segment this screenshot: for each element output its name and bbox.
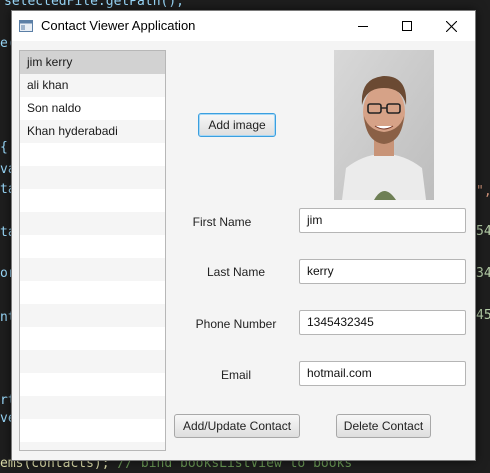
empty-list-row xyxy=(20,212,165,235)
code-line: 45 xyxy=(476,308,490,323)
list-item[interactable]: Khan hyderabadi xyxy=(20,120,165,143)
maximize-icon xyxy=(402,21,412,31)
window-title: Contact Viewer Application xyxy=(41,18,196,33)
list-item[interactable]: jim kerry xyxy=(20,51,165,74)
minimize-button[interactable] xyxy=(341,11,385,41)
first-name-label: First Name xyxy=(192,215,252,229)
code-line: ", xyxy=(476,184,490,199)
contact-viewer-window: Contact Viewer Application jim kerry ali… xyxy=(11,10,476,461)
empty-list-row xyxy=(20,166,165,189)
empty-list-row xyxy=(20,281,165,304)
last-name-label: Last Name xyxy=(206,265,266,279)
empty-list-row xyxy=(20,419,165,442)
empty-list-row xyxy=(20,327,165,350)
minimize-icon xyxy=(358,26,368,27)
app-icon xyxy=(19,20,33,32)
empty-list-row xyxy=(20,373,165,396)
empty-list-row xyxy=(20,350,165,373)
list-item[interactable]: Son naldo xyxy=(20,97,165,120)
phone-number-field[interactable]: 1345432345 xyxy=(299,310,466,335)
code-line: { xyxy=(0,140,8,155)
empty-list-row xyxy=(20,258,165,281)
empty-list-row xyxy=(20,189,165,212)
add-image-button[interactable]: Add image xyxy=(198,113,276,137)
last-name-field[interactable]: kerry xyxy=(299,259,466,284)
list-item[interactable]: ali khan xyxy=(20,74,165,97)
delete-contact-button[interactable]: Delete Contact xyxy=(336,414,431,438)
email-label: Email xyxy=(220,368,251,382)
close-button[interactable] xyxy=(429,11,473,41)
contacts-list-view[interactable]: jim kerry ali khan Son naldo Khan hydera… xyxy=(19,50,166,451)
first-name-field[interactable]: jim xyxy=(299,208,466,233)
contact-photo xyxy=(334,50,434,200)
code-line: 34 xyxy=(476,266,490,281)
add-update-contact-button[interactable]: Add/Update Contact xyxy=(174,414,300,438)
empty-list-row xyxy=(20,143,165,166)
title-bar[interactable]: Contact Viewer Application xyxy=(12,11,475,41)
maximize-button[interactable] xyxy=(385,11,429,41)
email-field[interactable]: hotmail.com xyxy=(299,361,466,386)
code-line: selectedFile.getPath(); xyxy=(4,0,185,9)
phone-number-label: Phone Number xyxy=(195,317,277,331)
empty-list-row xyxy=(20,235,165,258)
empty-list-row xyxy=(20,442,165,450)
close-icon xyxy=(445,20,457,32)
code-line: 54 xyxy=(476,224,490,239)
empty-list-row xyxy=(20,304,165,327)
empty-list-row xyxy=(20,396,165,419)
